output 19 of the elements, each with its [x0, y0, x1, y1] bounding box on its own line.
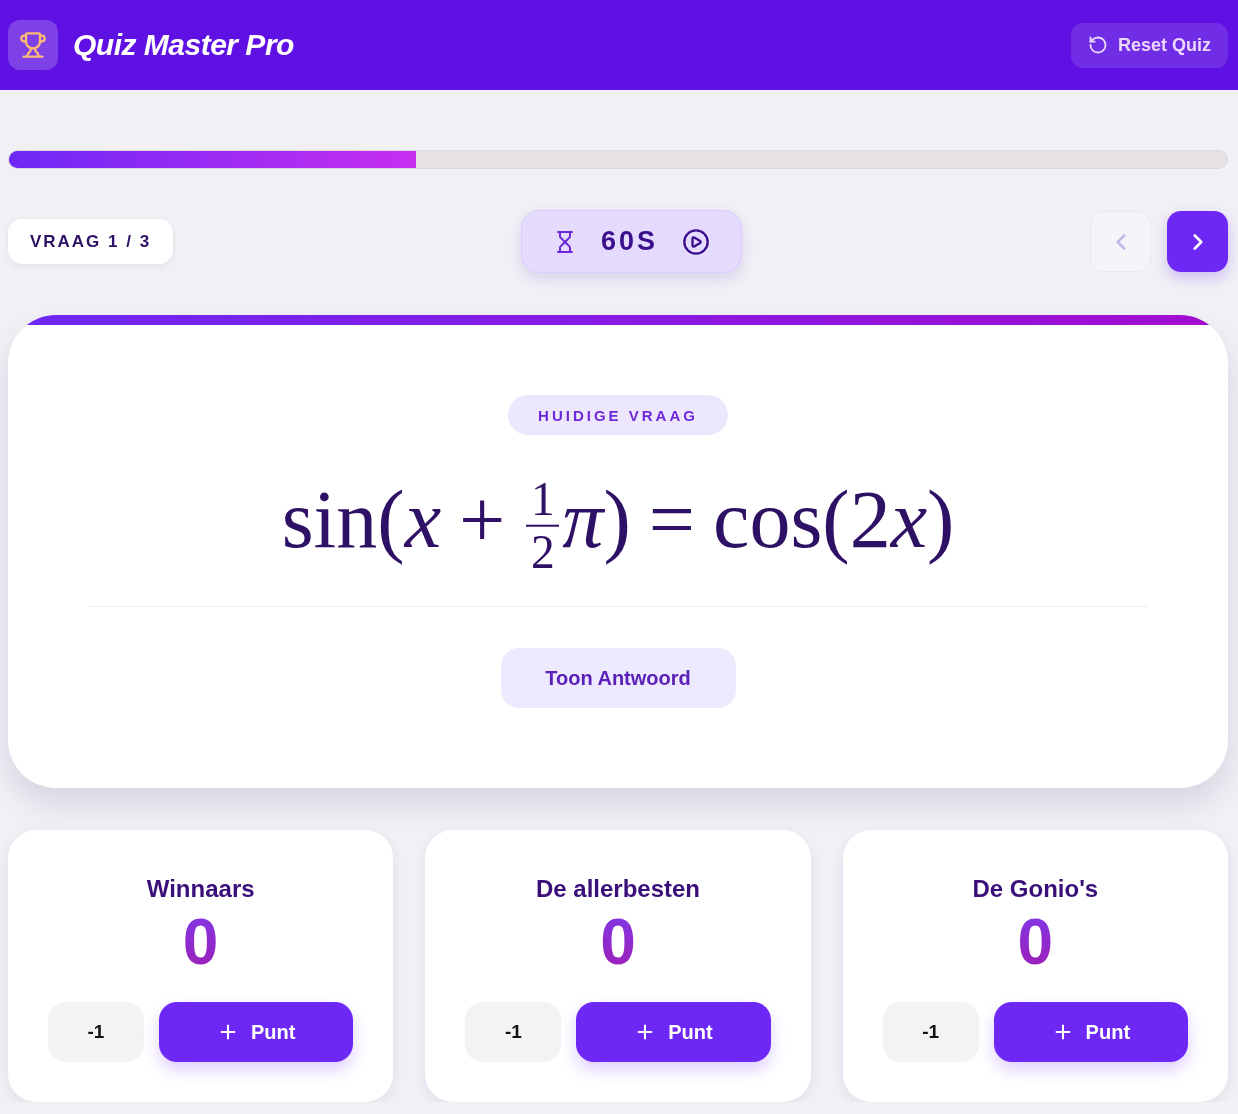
- trophy-icon: [8, 20, 58, 70]
- question-counter: VRAAG 1 / 3: [8, 219, 173, 264]
- team-name: De Gonio's: [972, 874, 1099, 904]
- team-name: De allerbesten: [535, 874, 701, 904]
- circular-arrow-icon: [1088, 35, 1108, 55]
- add-point-button[interactable]: Punt: [576, 1002, 771, 1062]
- minus-button[interactable]: -1: [465, 1002, 562, 1062]
- show-answer-button[interactable]: Toon Antwoord: [500, 648, 736, 708]
- play-icon[interactable]: [682, 227, 710, 256]
- minus-button[interactable]: -1: [882, 1002, 979, 1062]
- next-button[interactable]: [1167, 211, 1228, 272]
- reset-button[interactable]: Reset Quiz: [1071, 22, 1228, 68]
- add-point-button[interactable]: Punt: [993, 1002, 1188, 1062]
- question-label: HUIDIGE VRAAG: [508, 395, 728, 435]
- app-title: Quiz Master Pro: [73, 28, 294, 62]
- minus-button[interactable]: -1: [48, 1002, 144, 1062]
- team-name: Winnaars: [146, 874, 255, 904]
- add-point-button[interactable]: Punt: [159, 1002, 354, 1062]
- timer-reading: 60S: [600, 226, 658, 257]
